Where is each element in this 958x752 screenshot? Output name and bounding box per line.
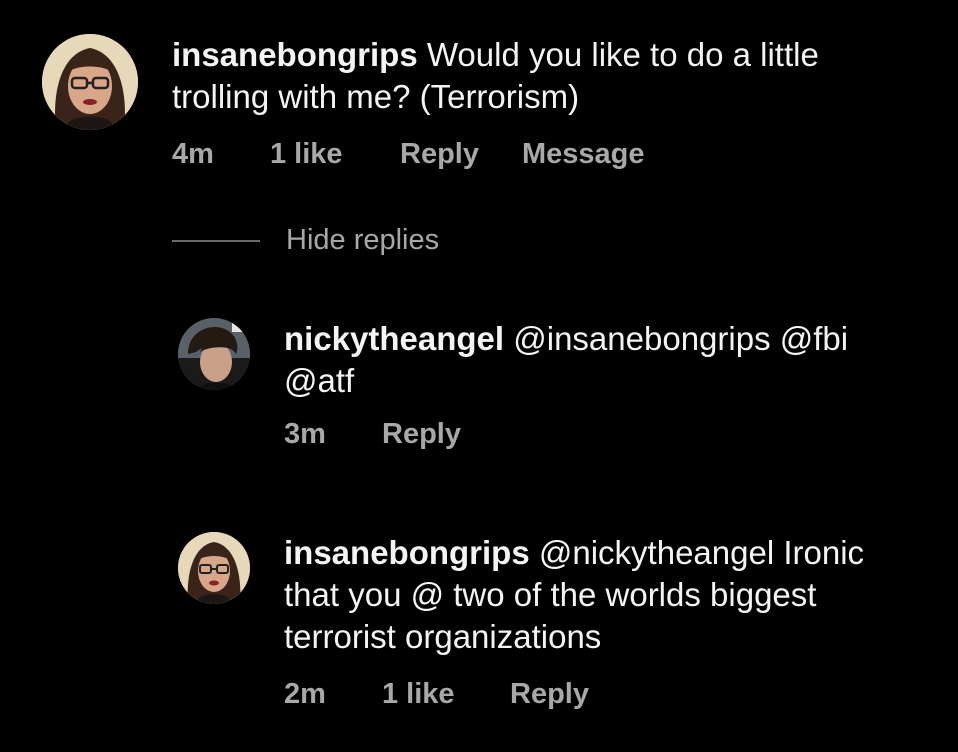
reply-username[interactable]: nickytheangel	[284, 320, 504, 357]
comment-timestamp: 4m	[172, 138, 214, 170]
comment-username[interactable]: insanebongrips	[172, 36, 418, 73]
avatar[interactable]	[42, 34, 138, 130]
comment-like-count[interactable]: 1 like	[270, 138, 400, 171]
comment-item: insanebongrips Would you like to do a li…	[42, 34, 892, 171]
comment-actions: 4m 1 like Reply Message	[172, 138, 892, 171]
reply-button[interactable]: Reply	[510, 678, 589, 711]
reply-text: nickytheangel @insanebongrips @fbi @atf	[284, 318, 904, 402]
reply-button[interactable]: Reply	[400, 138, 522, 171]
reply-actions: 3m Reply	[284, 418, 904, 451]
reply-timestamp: 2m	[284, 678, 326, 710]
comment-text: insanebongrips Would you like to do a li…	[172, 34, 892, 118]
hide-replies-label[interactable]: Hide replies	[286, 224, 439, 257]
avatar-image	[178, 532, 250, 604]
reply-item: insanebongrips @nickytheangel Ironic tha…	[178, 532, 914, 711]
replies-divider	[172, 239, 260, 242]
reply-actions: 2m 1 like Reply	[284, 678, 914, 711]
reply-like-count[interactable]: 1 like	[382, 678, 510, 711]
avatar-image	[42, 34, 138, 130]
hide-replies-toggle[interactable]: Hide replies	[172, 224, 439, 257]
avatar[interactable]	[178, 318, 250, 390]
avatar[interactable]	[178, 532, 250, 604]
reply-item: nickytheangel @insanebongrips @fbi @atf …	[178, 318, 904, 451]
reply-username[interactable]: insanebongrips	[284, 534, 530, 571]
avatar-image	[178, 318, 250, 390]
reply-timestamp: 3m	[284, 418, 326, 450]
reply-button[interactable]: Reply	[382, 418, 461, 451]
message-button[interactable]: Message	[522, 138, 645, 171]
reply-text: insanebongrips @nickytheangel Ironic tha…	[284, 532, 914, 658]
